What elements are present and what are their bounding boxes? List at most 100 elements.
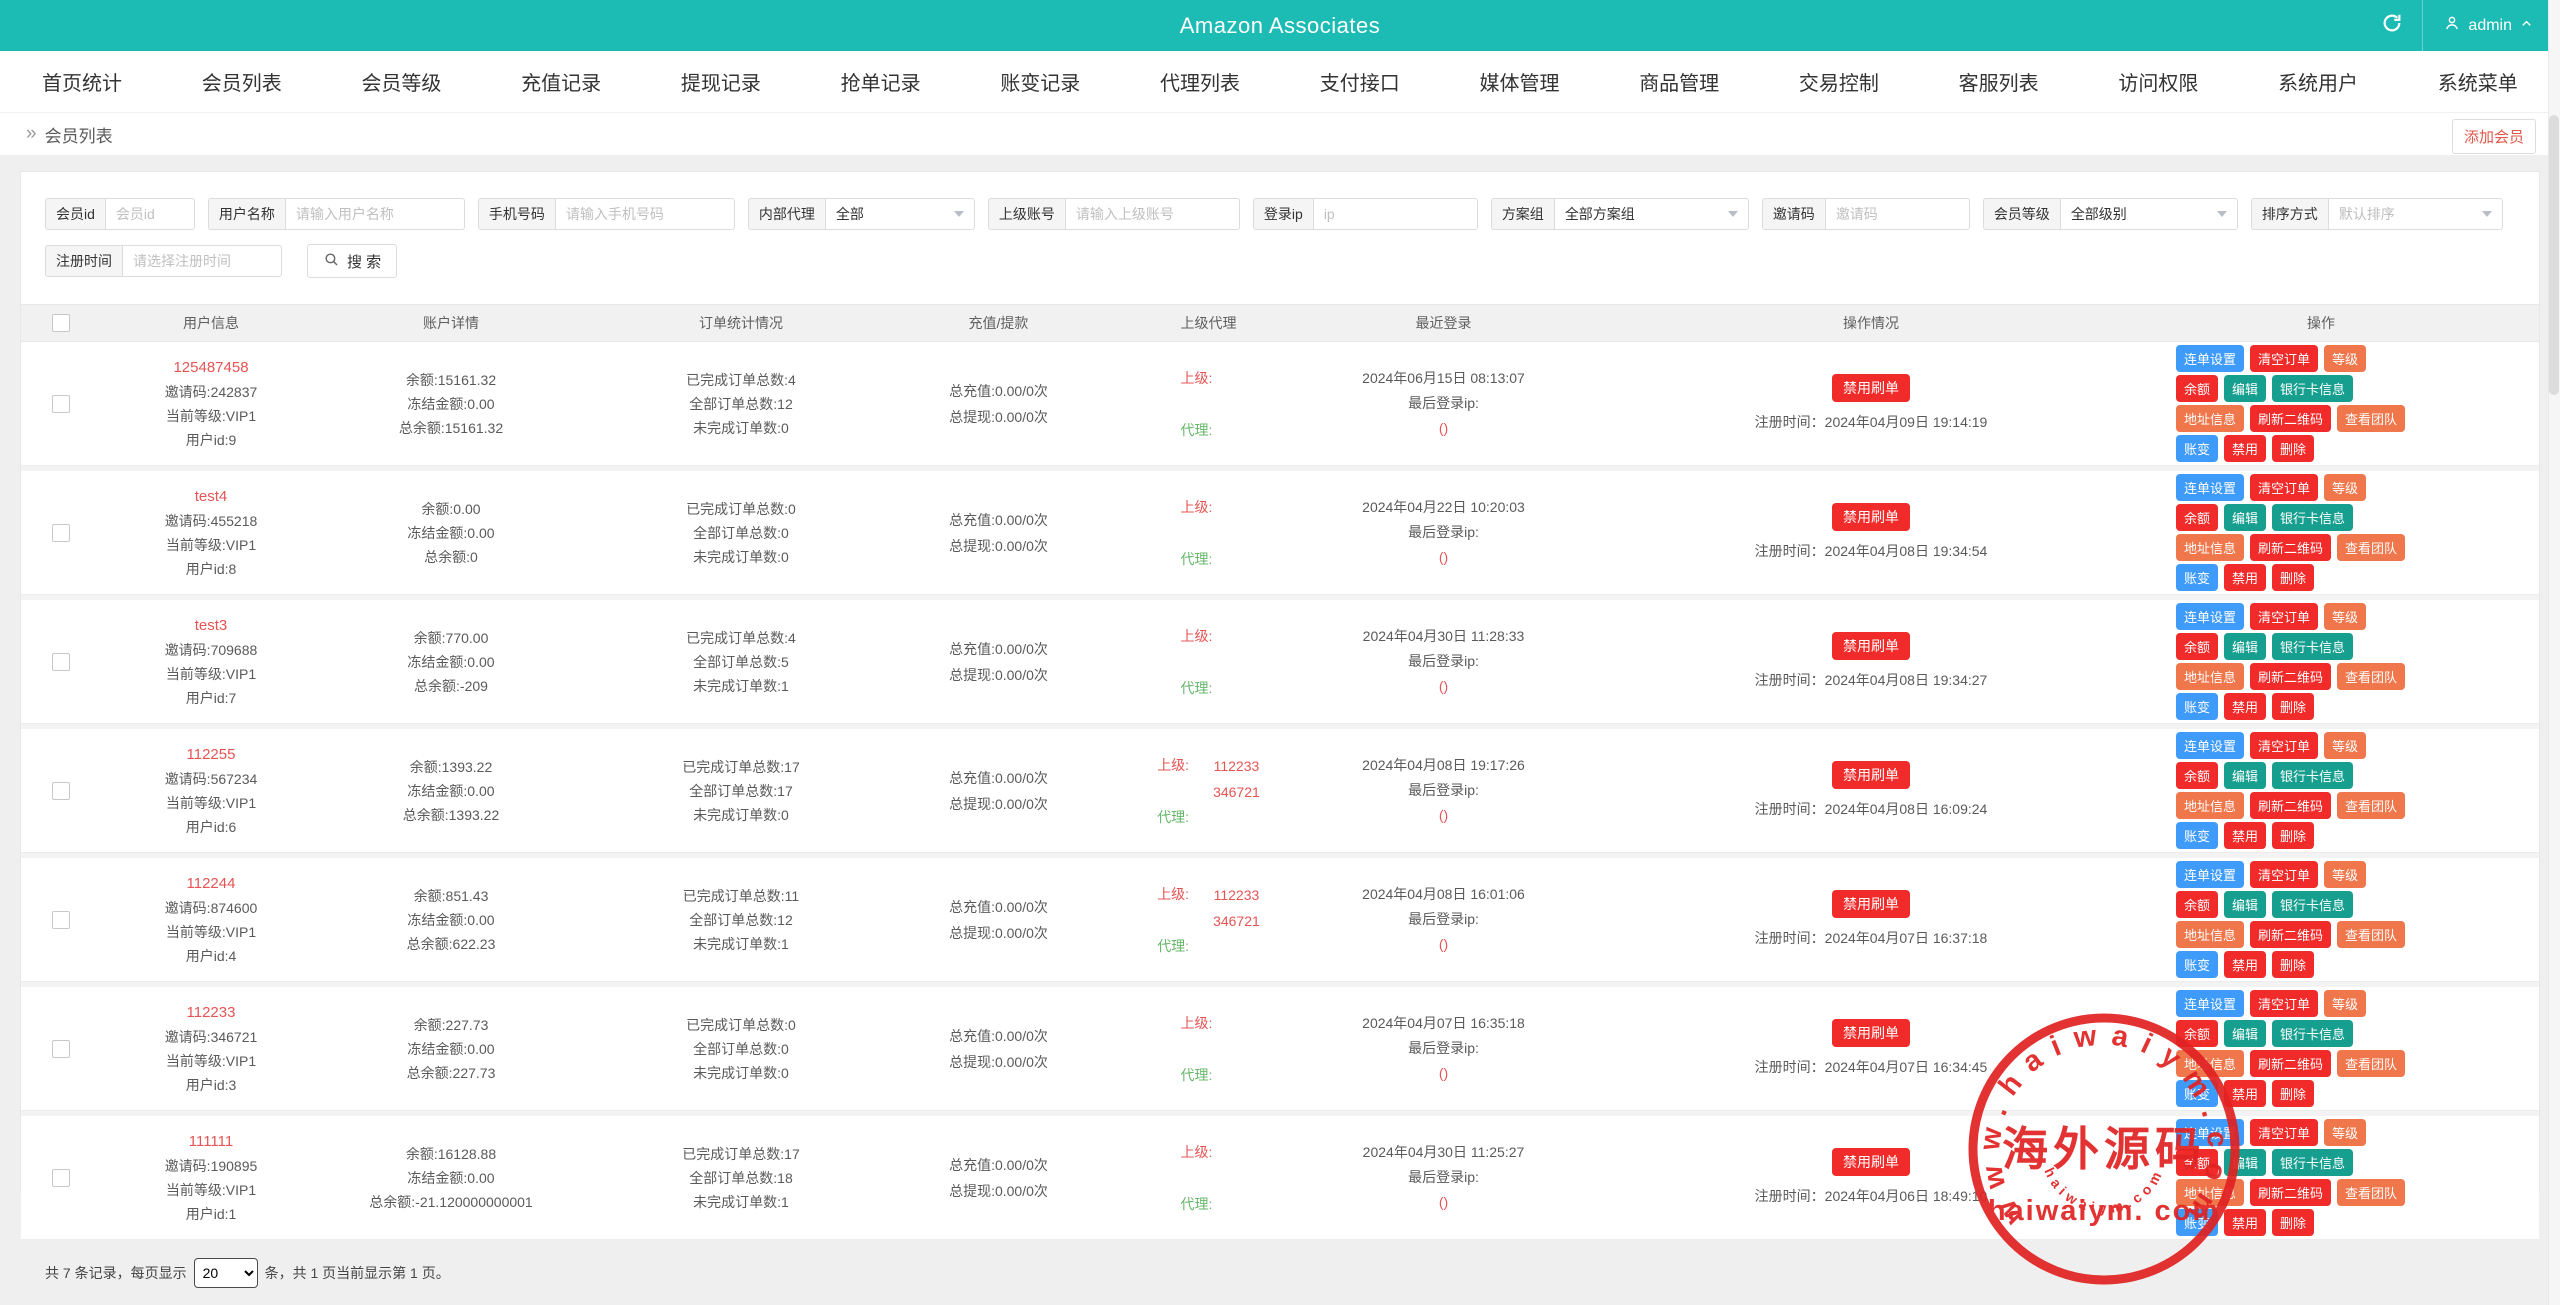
action-address-info[interactable]: 地址信息 <box>2176 1050 2245 1077</box>
action-edit[interactable]: 编辑 <box>2224 1149 2267 1176</box>
action-chain-order-settings[interactable]: 连单设置 <box>2176 603 2245 630</box>
action-clear-orders[interactable]: 清空订单 <box>2250 474 2319 501</box>
action-edit[interactable]: 编辑 <box>2224 891 2267 918</box>
action-refresh-qrcode[interactable]: 刷新二维码 <box>2250 792 2332 819</box>
action-refresh-qrcode[interactable]: 刷新二维码 <box>2250 663 2332 690</box>
nav-tab-service-list[interactable]: 客服列表 <box>1959 51 2039 113</box>
action-refresh-qrcode[interactable]: 刷新二维码 <box>2250 534 2332 561</box>
action-account-change[interactable]: 账变 <box>2176 435 2219 462</box>
action-view-team[interactable]: 查看团队 <box>2337 663 2406 690</box>
action-chain-order-settings[interactable]: 连单设置 <box>2176 474 2245 501</box>
ban-brushing-button[interactable]: 禁用刷单 <box>1832 631 1910 660</box>
action-balance[interactable]: 余额 <box>2176 1020 2219 1047</box>
ban-brushing-button[interactable]: 禁用刷单 <box>1832 502 1910 531</box>
nav-tab-access-rights[interactable]: 访问权限 <box>2118 51 2198 113</box>
action-clear-orders[interactable]: 清空订单 <box>2250 732 2319 759</box>
action-edit[interactable]: 编辑 <box>2224 633 2267 660</box>
action-edit[interactable]: 编辑 <box>2224 1020 2267 1047</box>
nav-tab-home-stats[interactable]: 首页统计 <box>42 51 122 113</box>
action-disable[interactable]: 禁用 <box>2224 693 2267 720</box>
nav-tab-agent-list[interactable]: 代理列表 <box>1160 51 1240 113</box>
action-delete[interactable]: 删除 <box>2272 564 2315 591</box>
action-chain-order-settings[interactable]: 连单设置 <box>2176 345 2245 372</box>
nav-tab-payment-api[interactable]: 支付接口 <box>1320 51 1400 113</box>
action-clear-orders[interactable]: 清空订单 <box>2250 345 2319 372</box>
action-edit[interactable]: 编辑 <box>2224 504 2267 531</box>
action-balance[interactable]: 余额 <box>2176 633 2219 660</box>
action-bank-card-info[interactable]: 银行卡信息 <box>2272 633 2354 660</box>
search-button[interactable]: 搜 索 <box>307 244 398 278</box>
nav-tab-system-menu[interactable]: 系统菜单 <box>2438 51 2518 113</box>
action-chain-order-settings[interactable]: 连单设置 <box>2176 732 2245 759</box>
filter-input[interactable] <box>104 198 195 230</box>
action-refresh-qrcode[interactable]: 刷新二维码 <box>2250 405 2332 432</box>
action-address-info[interactable]: 地址信息 <box>2176 792 2245 819</box>
action-address-info[interactable]: 地址信息 <box>2176 1179 2245 1206</box>
action-account-change[interactable]: 账变 <box>2176 564 2219 591</box>
page-size-select[interactable]: 20 <box>193 1258 258 1288</box>
action-level[interactable]: 等级 <box>2324 990 2367 1017</box>
row-checkbox[interactable] <box>52 652 70 671</box>
action-delete[interactable]: 删除 <box>2272 693 2315 720</box>
action-address-info[interactable]: 地址信息 <box>2176 921 2245 948</box>
action-bank-card-info[interactable]: 银行卡信息 <box>2272 375 2354 402</box>
action-view-team[interactable]: 查看团队 <box>2337 534 2406 561</box>
action-clear-orders[interactable]: 清空订单 <box>2250 990 2319 1017</box>
action-disable[interactable]: 禁用 <box>2224 1209 2267 1236</box>
action-bank-card-info[interactable]: 银行卡信息 <box>2272 1020 2354 1047</box>
action-bank-card-info[interactable]: 银行卡信息 <box>2272 762 2354 789</box>
ban-brushing-button[interactable]: 禁用刷单 <box>1832 889 1910 918</box>
action-balance[interactable]: 余额 <box>2176 762 2219 789</box>
nav-tab-system-users[interactable]: 系统用户 <box>2278 51 2358 113</box>
admin-menu[interactable]: admin <box>2423 0 2560 51</box>
filter-input[interactable] <box>284 198 465 230</box>
action-refresh-qrcode[interactable]: 刷新二维码 <box>2250 1050 2332 1077</box>
action-bank-card-info[interactable]: 银行卡信息 <box>2272 1149 2354 1176</box>
action-disable[interactable]: 禁用 <box>2224 435 2267 462</box>
nav-tab-media-manage[interactable]: 媒体管理 <box>1479 51 1559 113</box>
ban-brushing-button[interactable]: 禁用刷单 <box>1832 1018 1910 1047</box>
action-level[interactable]: 等级 <box>2324 603 2367 630</box>
filter-input[interactable] <box>1312 198 1478 230</box>
action-address-info[interactable]: 地址信息 <box>2176 663 2245 690</box>
nav-tab-order-grab-records[interactable]: 抢单记录 <box>841 51 921 113</box>
nav-tab-recharge-records[interactable]: 充值记录 <box>521 51 601 113</box>
filter-input[interactable] <box>1824 198 1970 230</box>
action-balance[interactable]: 余额 <box>2176 504 2219 531</box>
action-view-team[interactable]: 查看团队 <box>2337 1050 2406 1077</box>
action-disable[interactable]: 禁用 <box>2224 564 2267 591</box>
select-all-checkbox[interactable] <box>52 314 70 332</box>
row-checkbox[interactable] <box>52 523 70 542</box>
action-address-info[interactable]: 地址信息 <box>2176 534 2245 561</box>
action-disable[interactable]: 禁用 <box>2224 951 2267 978</box>
action-bank-card-info[interactable]: 银行卡信息 <box>2272 504 2354 531</box>
action-account-change[interactable]: 账变 <box>2176 822 2219 849</box>
action-clear-orders[interactable]: 清空订单 <box>2250 1119 2319 1146</box>
nav-tab-product-manage[interactable]: 商品管理 <box>1639 51 1719 113</box>
row-checkbox[interactable] <box>52 1039 70 1058</box>
ban-brushing-button[interactable]: 禁用刷单 <box>1832 760 1910 789</box>
action-account-change[interactable]: 账变 <box>2176 951 2219 978</box>
action-disable[interactable]: 禁用 <box>2224 822 2267 849</box>
filter-select[interactable]: 默认排序 <box>2327 198 2503 230</box>
action-chain-order-settings[interactable]: 连单设置 <box>2176 1119 2245 1146</box>
action-level[interactable]: 等级 <box>2324 732 2367 759</box>
action-edit[interactable]: 编辑 <box>2224 762 2267 789</box>
action-edit[interactable]: 编辑 <box>2224 375 2267 402</box>
action-delete[interactable]: 删除 <box>2272 1080 2315 1107</box>
action-address-info[interactable]: 地址信息 <box>2176 405 2245 432</box>
nav-tab-member-list[interactable]: 会员列表 <box>202 51 282 113</box>
action-view-team[interactable]: 查看团队 <box>2337 792 2406 819</box>
scrollbar-thumb[interactable] <box>2549 115 2559 395</box>
refresh-button[interactable] <box>2362 0 2422 51</box>
action-refresh-qrcode[interactable]: 刷新二维码 <box>2250 921 2332 948</box>
ban-brushing-button[interactable]: 禁用刷单 <box>1832 373 1910 402</box>
row-checkbox[interactable] <box>52 781 70 800</box>
action-delete[interactable]: 删除 <box>2272 951 2315 978</box>
action-level[interactable]: 等级 <box>2324 1119 2367 1146</box>
nav-tab-account-change-records[interactable]: 账变记录 <box>1000 51 1080 113</box>
add-member-button[interactable]: 添加会员 <box>2451 119 2536 154</box>
row-checkbox[interactable] <box>52 394 70 413</box>
action-bank-card-info[interactable]: 银行卡信息 <box>2272 891 2354 918</box>
action-balance[interactable]: 余额 <box>2176 891 2219 918</box>
